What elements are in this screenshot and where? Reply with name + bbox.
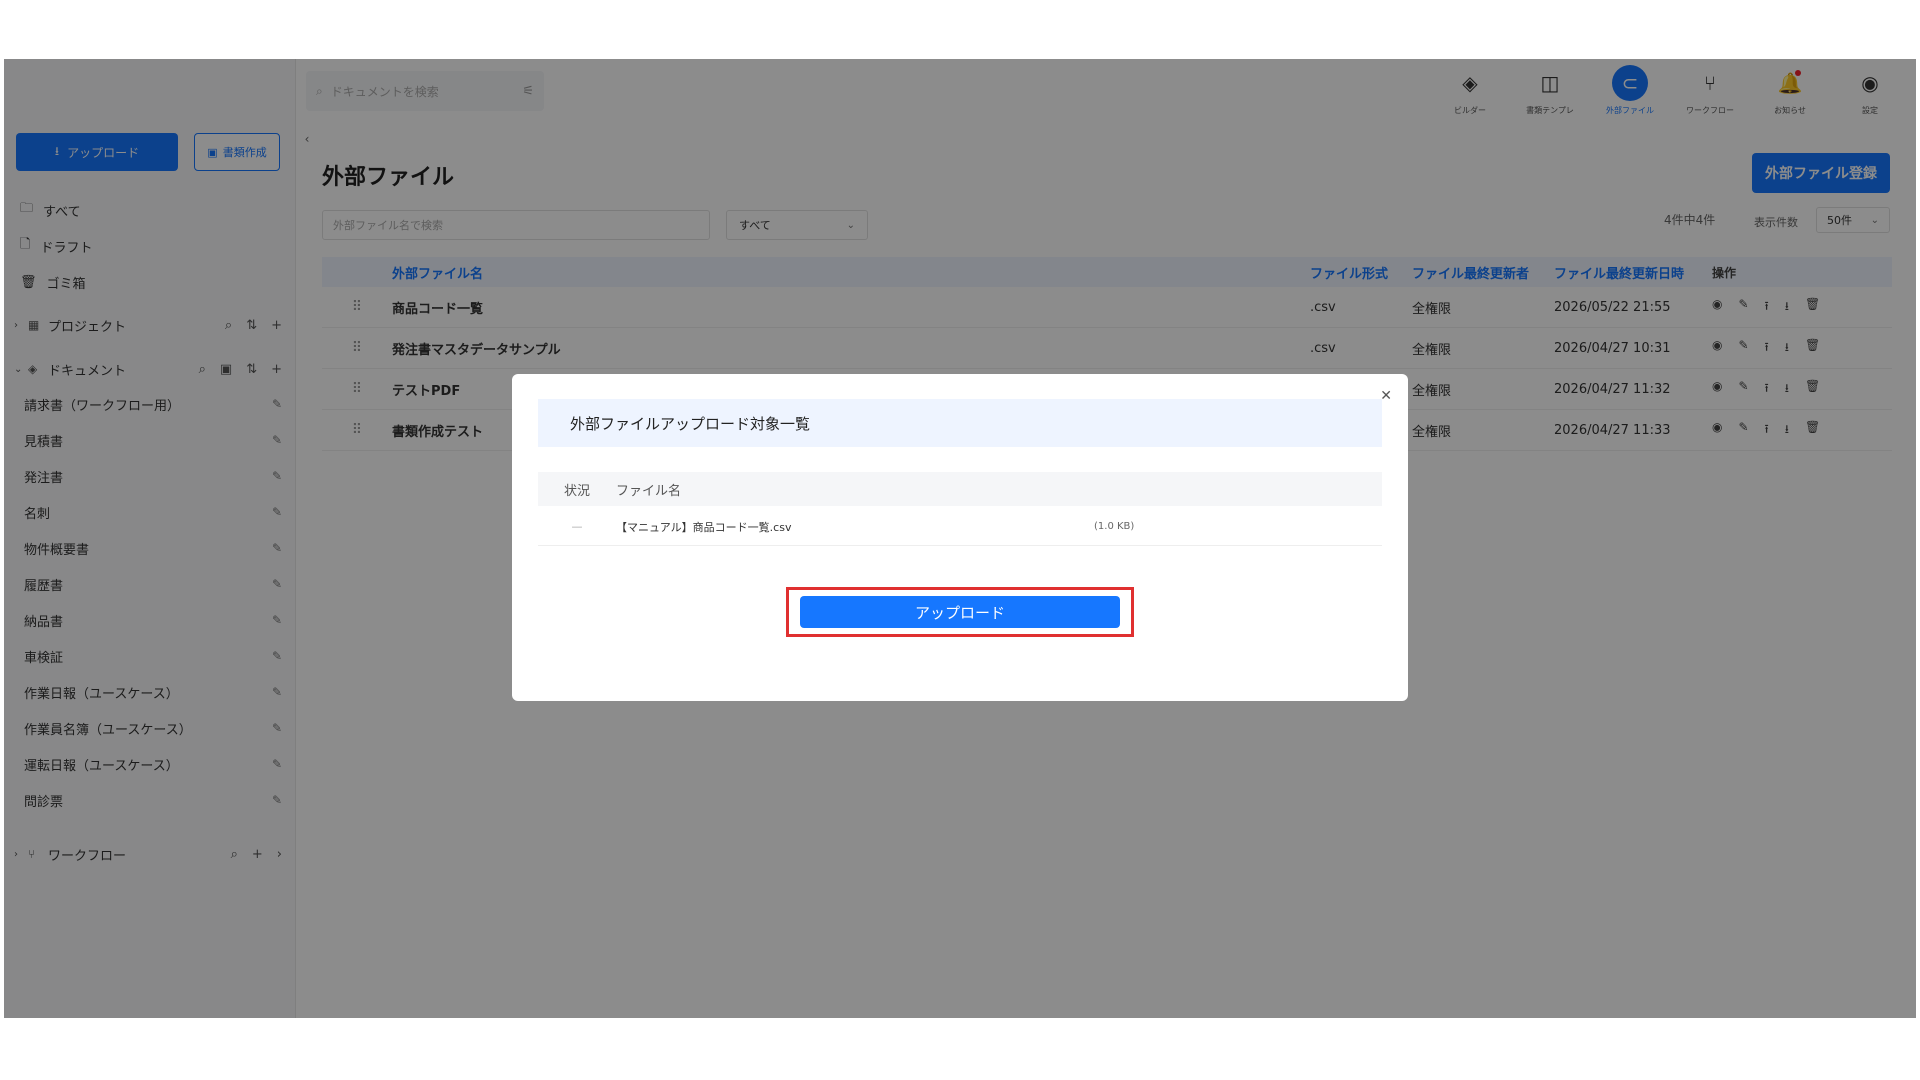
modal-table-header: 状況 ファイル名: [538, 472, 1382, 506]
status-indicator: —: [571, 520, 583, 533]
close-icon[interactable]: ✕: [1380, 388, 1392, 404]
highlight-frame: アップロード: [786, 587, 1134, 637]
modal-title: 外部ファイルアップロード対象一覧: [538, 399, 1382, 447]
file-size: (1.0 KB): [1094, 521, 1135, 532]
upload-modal: ✕ 外部ファイルアップロード対象一覧 状況 ファイル名 — 【マニュアル】商品コ…: [512, 374, 1408, 701]
modal-upload-button[interactable]: アップロード: [800, 596, 1120, 628]
file-name: 【マニュアル】商品コード一覧.csv: [616, 520, 792, 534]
list-item: — 【マニュアル】商品コード一覧.csv (1.0 KB): [538, 508, 1382, 546]
column-header: ファイル名: [616, 483, 682, 499]
app-window: ⭳ アップロード ▣ 書類作成 🗀 すべて 🗋 ドラフト 🗑 ゴミ箱 › ▦ プ…: [4, 59, 1916, 1018]
column-header: 状況: [563, 483, 590, 499]
